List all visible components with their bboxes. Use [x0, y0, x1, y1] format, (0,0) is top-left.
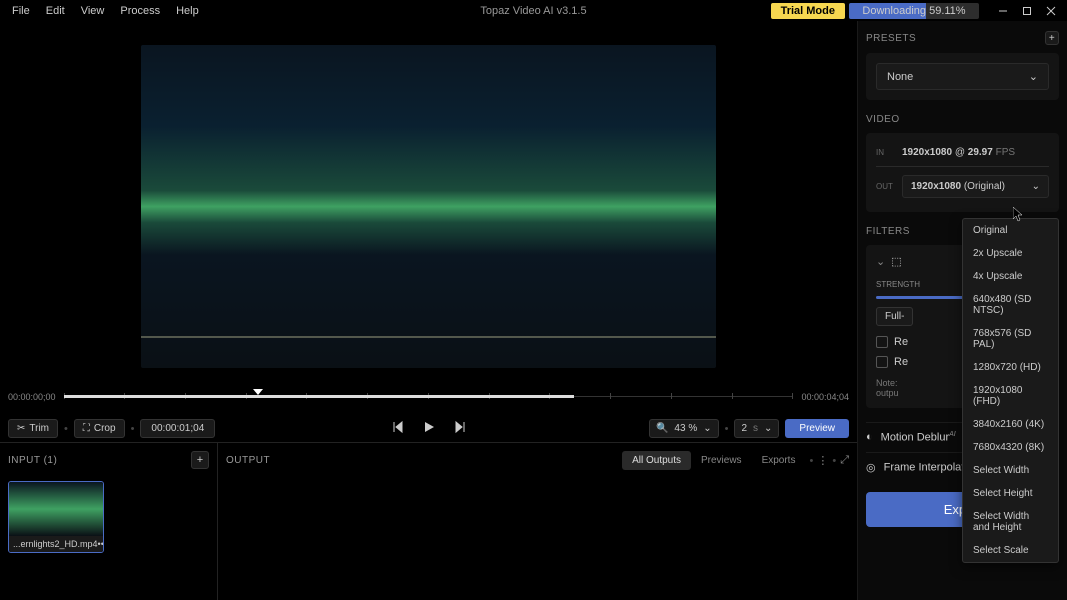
input-panel: INPUT (1) + ...ernlights2_HD.mp4••• [0, 443, 218, 600]
input-title: INPUT (1) [8, 455, 57, 466]
preview-duration-control[interactable]: 2s⌄ [734, 419, 779, 438]
trial-mode-badge: Trial Mode [771, 3, 845, 19]
video-preview-area [0, 21, 857, 379]
frame-forward-button[interactable] [454, 420, 468, 437]
option-1920x1080[interactable]: 1920x1080 (FHD) [963, 379, 1058, 413]
chevron-down-icon[interactable]: ⌄ [876, 255, 885, 268]
option-original[interactable]: Original [963, 219, 1058, 242]
play-button[interactable] [422, 420, 436, 437]
frame-interpolation-icon: ◎ [866, 461, 876, 474]
in-label: IN [876, 148, 894, 157]
menu-file[interactable]: File [4, 2, 38, 20]
thumbnail-image [9, 482, 103, 536]
tab-all-outputs[interactable]: All Outputs [622, 451, 691, 470]
in-resolution: 1920x1080 @ 29.97 FPS [902, 147, 1015, 158]
tab-exports[interactable]: Exports [752, 451, 806, 470]
main-menu: File Edit View Process Help [4, 2, 207, 20]
preview-button[interactable]: Preview [785, 419, 849, 438]
timeline[interactable] [64, 387, 794, 407]
checkbox-re2[interactable] [876, 356, 888, 368]
video-preview[interactable] [141, 45, 716, 368]
option-2x-upscale[interactable]: 2x Upscale [963, 242, 1058, 265]
chevron-down-icon: ⌄ [703, 423, 711, 434]
maximize-button[interactable] [1015, 1, 1039, 21]
option-4x-upscale[interactable]: 4x Upscale [963, 265, 1058, 288]
option-select-width[interactable]: Select Width [963, 459, 1058, 482]
add-preset-button[interactable]: + [1045, 31, 1059, 45]
thumbnail-filename: ...ernlights2_HD.mp4 [13, 539, 98, 549]
downloading-progress: Downloading 59.11% [849, 3, 979, 19]
enhancement-icon: ⬚ [891, 255, 901, 268]
scissors-icon: ✂ [17, 423, 25, 434]
option-select-scale[interactable]: Select Scale [963, 539, 1058, 562]
app-title: Topaz Video AI v3.1.5 [480, 5, 586, 17]
option-768x576[interactable]: 768x576 (SD PAL) [963, 322, 1058, 356]
chevron-down-icon: ⌄ [1029, 70, 1038, 83]
titlebar: File Edit View Process Help Topaz Video … [0, 0, 1067, 21]
dots-icon[interactable]: ⋮ [817, 454, 828, 467]
zoom-control[interactable]: 🔍43 %⌄ [649, 419, 719, 438]
time-end: 00:00:04;04 [801, 392, 849, 402]
input-thumbnail[interactable]: ...ernlights2_HD.mp4••• [8, 481, 104, 553]
option-640x480[interactable]: 640x480 (SD NTSC) [963, 288, 1058, 322]
menu-help[interactable]: Help [168, 2, 207, 20]
close-button[interactable] [1039, 1, 1063, 21]
output-resolution-dropdown[interactable]: 1920x1080 (Original)⌄ [902, 175, 1049, 198]
menu-process[interactable]: Process [112, 2, 168, 20]
crop-icon: ⛶ [83, 423, 90, 434]
time-start: 00:00:00;00 [8, 392, 56, 402]
output-panel: OUTPUT All Outputs Previews Exports • ⋮ … [218, 443, 857, 600]
resolution-dropdown-menu: Original 2x Upscale 4x Upscale 640x480 (… [962, 218, 1059, 563]
option-1280x720[interactable]: 1280x720 (HD) [963, 356, 1058, 379]
full-button[interactable]: Full- [876, 307, 913, 326]
option-3840x2160[interactable]: 3840x2160 (4K) [963, 413, 1058, 436]
menu-view[interactable]: View [73, 2, 113, 20]
right-sidebar: PRESETS + None⌄ VIDEO IN 1920x1080 @ 29.9… [857, 21, 1067, 600]
out-label: OUT [876, 182, 894, 191]
add-input-button[interactable]: + [191, 451, 209, 469]
video-label: VIDEO [866, 114, 1059, 125]
expand-icon[interactable]: ⤢ [840, 454, 849, 467]
crop-button[interactable]: ⛶Crop [74, 419, 125, 438]
menu-edit[interactable]: Edit [38, 2, 73, 20]
minimize-button[interactable] [991, 1, 1015, 21]
frame-back-button[interactable] [390, 420, 404, 437]
timecode-input[interactable]: 00:00:01;04 [140, 419, 215, 438]
output-title: OUTPUT [226, 455, 270, 466]
tab-previews[interactable]: Previews [691, 451, 752, 470]
trim-button[interactable]: ✂Trim [8, 419, 58, 438]
presets-label: PRESETS [866, 33, 916, 44]
chevron-down-icon: ⌄ [764, 423, 772, 434]
chevron-down-icon: ⌄ [1032, 181, 1040, 192]
motion-deblur-icon: ◐ [866, 431, 873, 443]
option-select-width-height[interactable]: Select Width and Height [963, 505, 1058, 539]
option-7680x4320[interactable]: 7680x4320 (8K) [963, 436, 1058, 459]
option-select-height[interactable]: Select Height [963, 482, 1058, 505]
thumbnail-menu-button[interactable]: ••• [98, 539, 104, 549]
strength-label: STRENGTH [876, 280, 920, 289]
timeline-playhead[interactable] [253, 389, 263, 395]
magnifier-icon: 🔍 [656, 423, 668, 434]
checkbox-re1[interactable] [876, 336, 888, 348]
preset-dropdown[interactable]: None⌄ [876, 63, 1049, 90]
